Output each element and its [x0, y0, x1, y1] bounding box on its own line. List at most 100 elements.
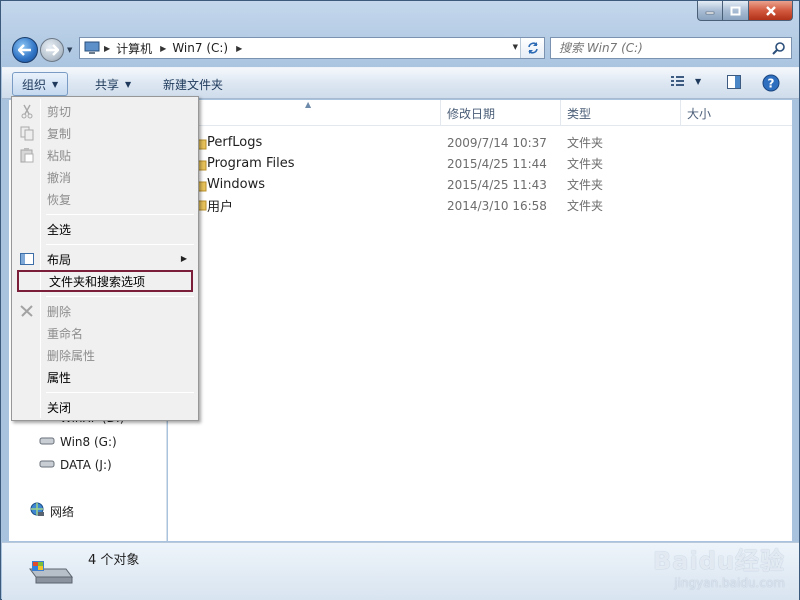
menu-item-label: 删除属性 [47, 348, 96, 363]
view-options-button[interactable]: ▼ [670, 74, 701, 88]
status-bar: 4 个对象 Baidu经验 jingyan.baidu.com [2, 542, 799, 600]
back-button[interactable] [12, 37, 38, 63]
file-type: 文件夹 [567, 136, 604, 150]
search-input[interactable] [559, 41, 759, 55]
drive-icon [26, 557, 74, 590]
arrow-left-icon [18, 44, 31, 56]
menu-item-close[interactable]: 关闭 [15, 396, 195, 418]
column-header-type[interactable]: 类型 [561, 100, 681, 126]
menu-item-label: 恢复 [47, 192, 72, 207]
breadcrumb-drive[interactable]: Win7 (C:) [172, 41, 228, 55]
menu-item-label: 粘贴 [47, 148, 72, 163]
view-list-icon [671, 76, 684, 86]
share-label: 共享 [95, 77, 120, 92]
table-row[interactable]: Windows 2015/4/25 11:43 文件夹 [168, 174, 792, 195]
menu-item-copy[interactable]: 复制 [15, 122, 195, 144]
chevron-down-icon: ▼ [52, 79, 59, 89]
menu-item-remove-properties[interactable]: 删除属性 [15, 344, 195, 366]
watermark-logo: Baidu经验 [653, 547, 785, 575]
new-folder-button[interactable]: 新建文件夹 [154, 72, 232, 96]
tree-item-network[interactable]: 网络 [29, 501, 74, 521]
menu-item-label: 复制 [47, 126, 72, 141]
file-modified: 2015/4/25 11:43 [447, 177, 547, 192]
file-list-pane: 名称 修改日期 类型 大小 ▲ PerfLogs 2009/7/14 10:37… [168, 100, 792, 541]
menu-item-label: 剪切 [47, 104, 72, 119]
menu-item-label: 文件夹和搜索选项 [49, 274, 146, 289]
file-modified: 2014/3/10 16:58 [447, 198, 547, 213]
file-type: 文件夹 [567, 157, 604, 171]
file-type: 文件夹 [567, 199, 604, 213]
column-headers: 名称 修改日期 类型 大小 [168, 100, 792, 126]
menu-item-label: 布局 [47, 252, 72, 267]
computer-icon [84, 41, 100, 55]
column-header-size[interactable]: 大小 [681, 100, 792, 126]
tree-item-win8[interactable]: Win8 (G:) [39, 432, 117, 452]
menu-item-delete[interactable]: 删除 [15, 300, 195, 322]
preview-pane-icon [727, 75, 741, 89]
menu-item-layout[interactable]: 布局 ▶ [15, 248, 195, 270]
breadcrumb-separator[interactable]: ▶ [160, 44, 166, 53]
address-dropdown[interactable]: ▼ [513, 43, 518, 51]
file-modified: 2015/4/25 11:44 [447, 156, 547, 171]
menu-item-label: 关闭 [47, 400, 72, 415]
drive-icon [39, 458, 55, 472]
menu-separator [46, 296, 194, 297]
help-button[interactable]: ? [762, 74, 780, 92]
menu-item-redo[interactable]: 恢复 [15, 188, 195, 210]
column-header-modified[interactable]: 修改日期 [441, 100, 561, 126]
drive-icon [39, 435, 55, 449]
close-button[interactable] [749, 1, 793, 21]
menu-item-folder-options[interactable]: 文件夹和搜索选项 [17, 270, 193, 292]
forward-button[interactable] [40, 38, 64, 62]
table-row[interactable]: 用户 2014/3/10 16:58 文件夹 [168, 195, 792, 216]
minimize-button[interactable] [697, 1, 723, 21]
sort-ascending-icon: ▲ [305, 100, 312, 109]
menu-separator [46, 392, 194, 393]
breadcrumb-separator[interactable]: ▶ [104, 44, 110, 53]
menu-item-label: 重命名 [47, 326, 84, 341]
tree-item-label: 网络 [50, 504, 75, 519]
svg-text:?: ? [768, 77, 775, 91]
file-name: PerfLogs [207, 135, 263, 150]
column-label: 大小 [687, 106, 712, 121]
search-box[interactable] [550, 37, 792, 59]
tree-item-data[interactable]: DATA (J:) [39, 455, 112, 475]
file-name: Program Files [207, 156, 295, 171]
menu-item-undo[interactable]: 撤消 [15, 166, 195, 188]
refresh-icon [527, 42, 538, 54]
file-name: 用户 [207, 200, 234, 215]
table-row[interactable]: Program Files 2015/4/25 11:44 文件夹 [168, 153, 792, 174]
caption-buttons [697, 1, 793, 21]
search-icon[interactable] [772, 41, 786, 58]
recent-pages-dropdown[interactable]: ▼ [67, 46, 72, 54]
menu-separator [46, 244, 194, 245]
share-button[interactable]: 共享 ▼ [86, 72, 140, 96]
menu-item-label: 撤消 [47, 170, 72, 185]
help-icon: ? [762, 74, 780, 92]
menu-item-label: 删除 [47, 304, 72, 319]
organize-button[interactable]: 组织 ▼ [12, 72, 69, 96]
address-bar[interactable]: ▶ 计算机 ▶ Win7 (C:) ▶ ▼ [79, 37, 545, 59]
submenu-arrow-icon: ▶ [180, 254, 187, 263]
layout-icon [19, 251, 35, 267]
refresh-button[interactable] [520, 38, 544, 58]
preview-pane-button[interactable] [726, 74, 742, 90]
chevron-down-icon: ▼ [695, 76, 702, 86]
menu-item-select-all[interactable]: 全选 [15, 218, 195, 240]
watermark-url: jingyan.baidu.com [674, 576, 785, 590]
watermark: Baidu经验 jingyan.baidu.com [653, 541, 785, 590]
table-row[interactable]: PerfLogs 2009/7/14 10:37 文件夹 [168, 132, 792, 153]
menu-item-cut[interactable]: 剪切 [15, 100, 195, 122]
breadcrumb-separator[interactable]: ▶ [236, 44, 242, 53]
arrow-right-icon [46, 44, 59, 56]
menu-item-properties[interactable]: 属性 [15, 366, 195, 388]
delete-icon [19, 303, 35, 319]
file-modified: 2009/7/14 10:37 [447, 135, 547, 150]
maximize-button[interactable] [723, 1, 749, 21]
menu-item-paste[interactable]: 粘贴 [15, 144, 195, 166]
menu-item-rename[interactable]: 重命名 [15, 322, 195, 344]
item-count: 4 个对象 [88, 553, 140, 568]
file-name: Windows [207, 177, 266, 192]
breadcrumb-computer[interactable]: 计算机 [116, 40, 152, 57]
explorer-window: ▼ ▶ 计算机 ▶ Win7 (C:) ▶ ▼ 组织 ▼ 共享 ▼ 新建文件夹 [0, 0, 800, 600]
